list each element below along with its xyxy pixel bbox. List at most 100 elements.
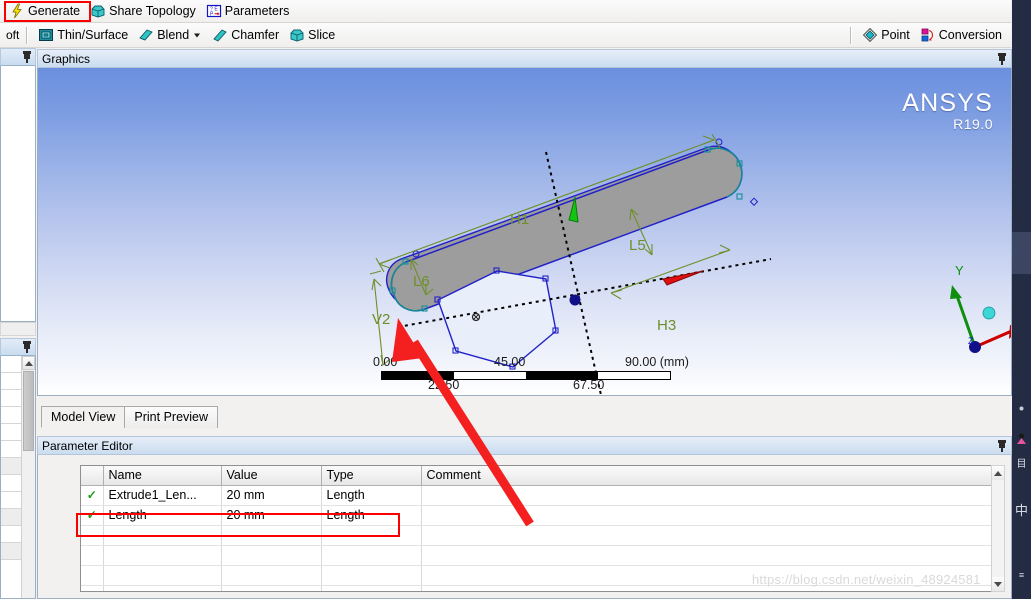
thin-surface-icon <box>38 27 54 43</box>
toolbar-separator-1 <box>26 26 29 44</box>
slice-icon <box>289 27 305 43</box>
background-app-icon <box>1015 402 1028 415</box>
tree-outline-footer <box>0 322 36 336</box>
dimension-label-v2: V2 <box>372 311 390 328</box>
share-topology-button[interactable]: Share Topology <box>85 1 201 21</box>
table-row[interactable]: ✓ Length 20 mm Length <box>81 505 1004 526</box>
details-view-panel <box>0 338 36 599</box>
parameter-table-wrapper: Name Value Type Comment ✓ Extrude1_Len..… <box>80 465 1005 592</box>
pin-icon[interactable] <box>997 439 1007 452</box>
parameters-label: Parameters <box>224 4 290 18</box>
row-name[interactable]: Extrude1_Len... <box>103 485 222 506</box>
loft-button-truncated[interactable]: oft <box>4 28 21 42</box>
pin-icon[interactable] <box>997 52 1007 65</box>
point-button[interactable]: Point <box>857 25 915 45</box>
table-row[interactable] <box>81 545 1004 566</box>
details-view-title-bar <box>0 338 36 356</box>
column-header-value[interactable]: Value <box>221 466 322 486</box>
slice-label: Slice <box>308 28 336 42</box>
thin-surface-button[interactable]: Thin/Surface <box>33 25 133 45</box>
axis-label-y: Y <box>955 263 964 278</box>
conversion-button[interactable]: Conversion <box>915 25 1007 45</box>
details-scrollbar[interactable] <box>21 356 35 598</box>
conversion-icon <box>920 27 936 43</box>
background-app-highlight <box>1012 232 1031 274</box>
point-icon <box>862 27 878 43</box>
thin-surface-label: Thin/Surface <box>57 28 129 42</box>
dimension-label-l6: L6 <box>413 273 430 290</box>
parameter-editor-body: Name Value Type Comment ✓ Extrude1_Len..… <box>37 455 1012 599</box>
scroll-up-button[interactable] <box>992 466 1004 480</box>
modeling-toolbar: oft Thin/Surface Blend Chamfer Slice Poi… <box>0 23 1011 48</box>
dimension-label-l5: L5 <box>629 237 646 254</box>
graphics-title-bar: Graphics <box>37 49 1012 68</box>
parameter-editor-pane: Parameter Editor Name Value Type Comment… <box>37 436 1012 599</box>
row-comment[interactable] <box>421 485 1004 506</box>
table-row[interactable] <box>81 525 1004 546</box>
point-label: Point <box>881 28 910 42</box>
graphics-pane: Graphics H1 L5 H3 L6 V2 Y Z ANSYS R19.0 … <box>37 49 1012 432</box>
background-app-glyph: 目 <box>1016 459 1027 470</box>
share-topology-label: Share Topology <box>109 4 196 18</box>
tab-print-preview[interactable]: Print Preview <box>124 406 219 428</box>
table-row[interactable] <box>81 585 1004 591</box>
row-comment[interactable] <box>421 505 1004 526</box>
left-panel-column <box>0 48 36 599</box>
details-view-grid[interactable] <box>0 356 36 599</box>
tree-outline-body[interactable] <box>0 66 36 322</box>
table-row[interactable]: ✓ Extrude1_Len... 20 mm Length <box>81 485 1004 506</box>
scrollbar-thumb[interactable] <box>23 371 34 451</box>
chevron-up-icon <box>994 470 1002 476</box>
row-type[interactable]: Length <box>321 505 422 526</box>
blend-button[interactable]: Blend <box>133 25 207 45</box>
pin-icon[interactable] <box>22 341 32 353</box>
row-type[interactable]: Length <box>321 485 422 506</box>
column-header-name[interactable]: Name <box>103 466 222 486</box>
table-row[interactable] <box>81 565 1004 586</box>
parameter-scrollbar[interactable] <box>991 465 1005 592</box>
axis-triad: Y X Z <box>950 263 1011 353</box>
background-app-glyph: 中 <box>1014 503 1028 518</box>
cad-model-svg: H1 L5 H3 L6 V2 Y Z <box>369 133 1011 395</box>
row-name[interactable]: Length <box>103 505 222 526</box>
column-header-type[interactable]: Type <box>321 466 422 486</box>
background-app-strip: 目 中 ≡ <box>1012 0 1031 599</box>
chevron-down-icon[interactable] <box>192 27 202 43</box>
ansys-designmodeler-window: Generate Share Topology ? E P Parameters… <box>0 0 1031 599</box>
tree-outline-title-bar <box>0 48 36 66</box>
blend-icon <box>138 27 154 43</box>
lightning-icon <box>9 3 25 19</box>
chamfer-button[interactable]: Chamfer <box>207 25 284 45</box>
parameter-table: Name Value Type Comment ✓ Extrude1_Len..… <box>81 466 1004 591</box>
scroll-up-button[interactable] <box>22 356 35 370</box>
tree-outline-panel <box>0 48 36 336</box>
graphics-viewport[interactable]: H1 L5 H3 L6 V2 Y Z ANSYS R19.0 0.00 45.0… <box>37 68 1012 396</box>
row-check[interactable]: ✓ <box>81 505 104 526</box>
tab-model-view[interactable]: Model View <box>41 406 126 428</box>
chevron-up-icon <box>24 360 33 366</box>
axis-label-z: Z <box>968 336 974 346</box>
row-value[interactable]: 20 mm <box>221 505 322 526</box>
toolbar-separator-2 <box>850 26 853 44</box>
background-app-avatar-icon <box>1015 432 1028 445</box>
column-header-check[interactable] <box>81 466 104 486</box>
blend-label: Blend <box>157 28 190 42</box>
view-tabstrip: Model View Print Preview <box>37 398 1012 432</box>
column-header-comment[interactable]: Comment <box>421 466 1004 486</box>
table-header-row: Name Value Type Comment <box>81 466 1004 486</box>
main-toolbar: Generate Share Topology ? E P Parameters <box>0 0 1011 23</box>
generate-button[interactable]: Generate <box>4 1 85 21</box>
pin-icon[interactable] <box>22 51 32 63</box>
parameter-editor-title: Parameter Editor <box>42 438 133 453</box>
generate-label: Generate <box>28 4 81 18</box>
parameters-icon: ? E P <box>206 3 222 19</box>
parameters-button[interactable]: ? E P Parameters <box>201 1 295 21</box>
conversion-label: Conversion <box>938 28 1002 42</box>
row-check[interactable]: ✓ <box>81 485 104 506</box>
chamfer-icon <box>212 27 228 43</box>
chevron-down-icon <box>994 581 1002 587</box>
row-value[interactable]: 20 mm <box>221 485 322 506</box>
slice-button[interactable]: Slice <box>284 25 340 45</box>
chamfer-label: Chamfer <box>231 28 280 42</box>
scroll-down-button[interactable] <box>992 577 1004 591</box>
